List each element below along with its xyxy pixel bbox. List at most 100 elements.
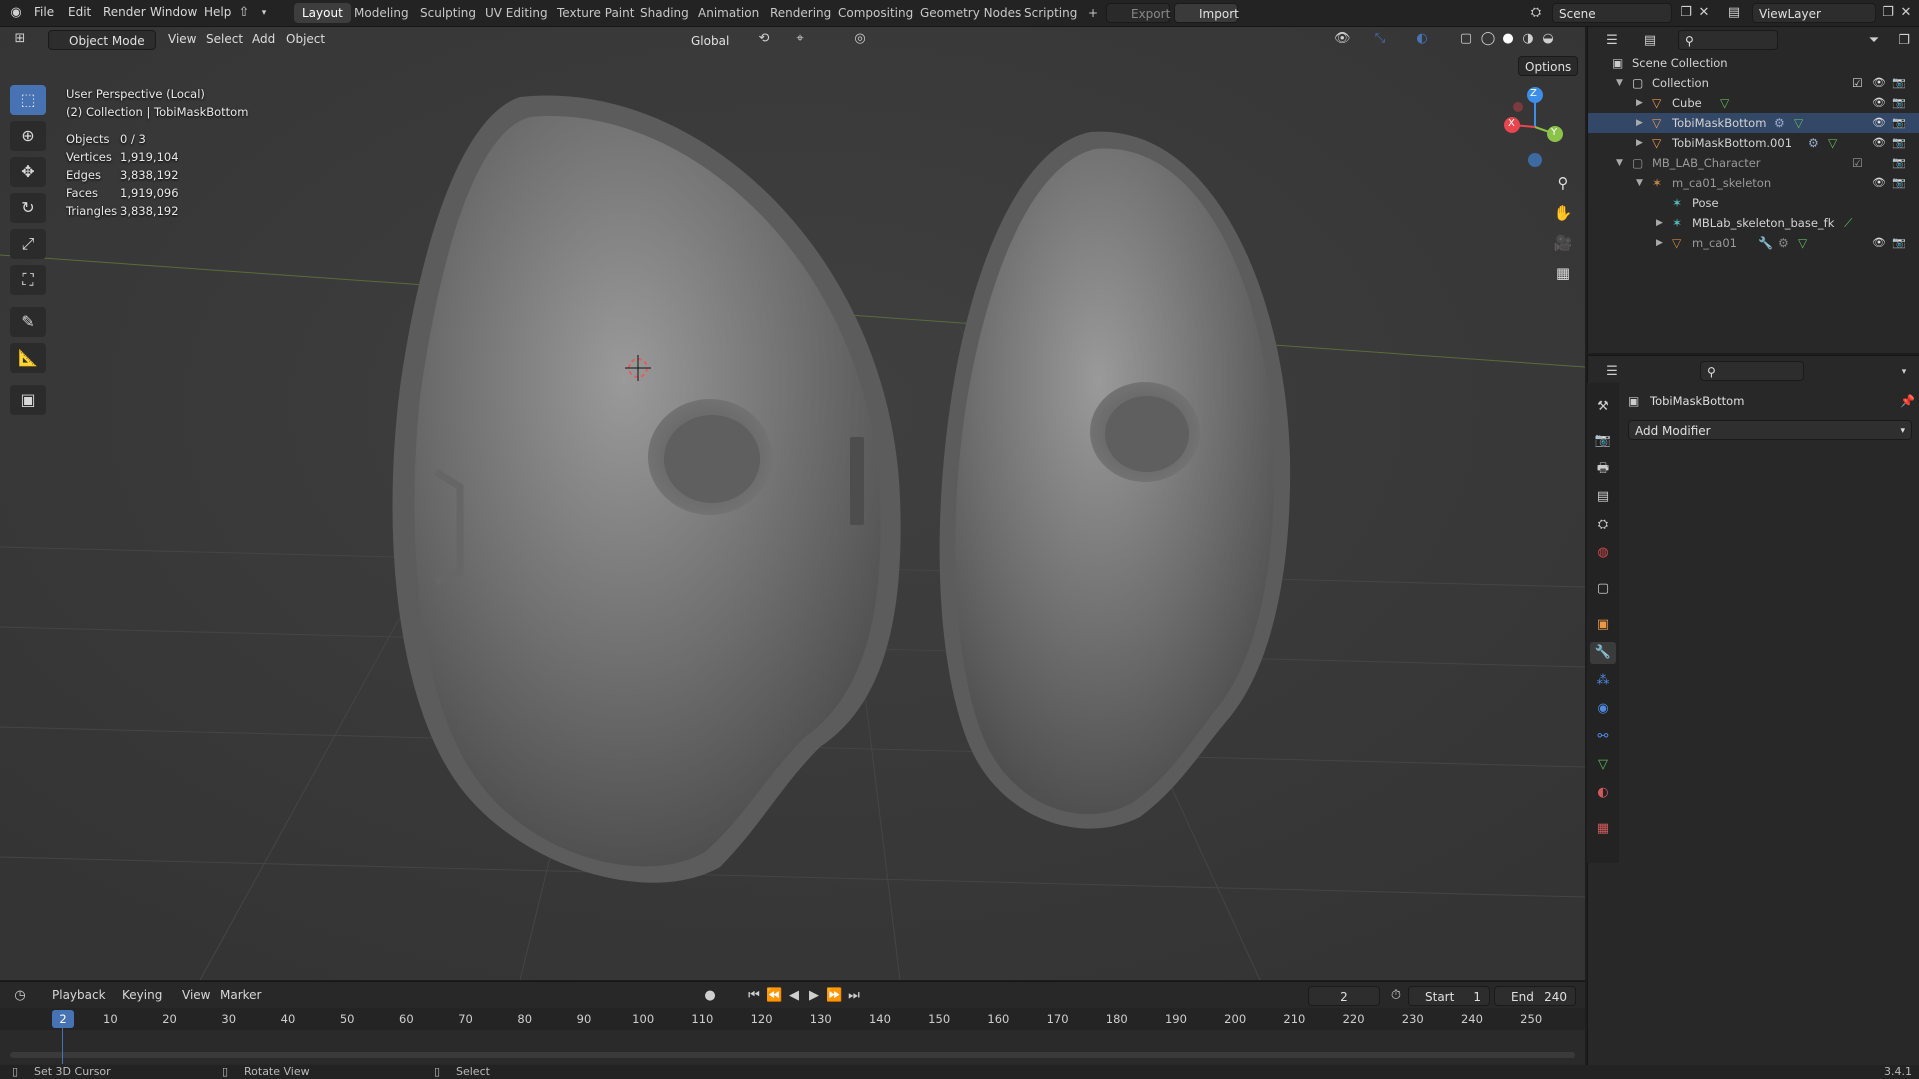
view-layer-tab-icon[interactable]: ▤ (1590, 486, 1616, 508)
chevron-down-icon[interactable]: ▾ (1896, 364, 1912, 380)
play-reverse-icon[interactable]: ◀ (786, 988, 802, 1004)
menu-window[interactable]: Window (150, 5, 197, 19)
scene-tab-icon[interactable]: ⛭ (1590, 514, 1616, 536)
timeline-menu-keying[interactable]: Keying (122, 988, 162, 1002)
eye-icon[interactable]: 👁 (1872, 93, 1886, 113)
eye-icon[interactable]: 👁 (1872, 113, 1886, 133)
properties-type-icon[interactable]: ☰ (1604, 364, 1620, 380)
output-tab-icon[interactable]: 🖶 (1590, 458, 1616, 480)
perspective-grid-icon[interactable]: ▦ (1551, 261, 1575, 285)
pan-hand-icon[interactable]: ✋ (1551, 201, 1575, 225)
timeline-scrollbar[interactable] (10, 1052, 1575, 1058)
3d-viewport[interactable]: Z Y X User Perspective (Local) (2) Colle… (0, 27, 1585, 980)
tab-texture-paint[interactable]: Texture Paint (549, 3, 642, 23)
tab-modeling[interactable]: Modeling (346, 3, 417, 23)
camera-icon[interactable]: 📷 (1892, 173, 1906, 193)
tab-uv-editing[interactable]: UV Editing (477, 3, 556, 23)
modifier-tab-icon[interactable]: 🔧 (1590, 642, 1616, 664)
menu-file[interactable]: File (34, 5, 54, 19)
timeline-menu-marker[interactable]: Marker (220, 988, 261, 1002)
outliner-row-collection[interactable]: ▼ ▢ Collection ☑ 👁 📷 (1588, 73, 1919, 93)
outliner-row-cube[interactable]: ▶ ▽ Cube ▽ 👁 📷 (1588, 93, 1919, 113)
data-tab-icon[interactable]: ▽ (1590, 754, 1616, 776)
solid-shading-icon[interactable]: ● (1500, 31, 1516, 47)
editor-type-icon[interactable]: ⊞ (12, 31, 28, 47)
add-modifier-dropdown[interactable]: Add Modifier ▾ (1628, 420, 1912, 440)
checkbox-icon[interactable]: ☑ (1852, 153, 1863, 173)
close-view-layer-icon[interactable]: ✕ (1898, 5, 1914, 21)
constraints-tab-icon[interactable]: ⚯ (1590, 726, 1616, 748)
new-scene-icon[interactable]: ❐ (1678, 5, 1694, 21)
camera-icon[interactable]: 📷 (1892, 133, 1906, 153)
overlays-icon[interactable]: ◐ (1414, 31, 1430, 47)
outliner-row-mblab-skeleton-base-fk[interactable]: ▶ ✶ MBLab_skeleton_base_fk ⟋ (1588, 213, 1919, 233)
viewport-menu-add[interactable]: Add (252, 30, 275, 48)
viewport-menu-object[interactable]: Object (286, 30, 325, 48)
outliner-row-tobimaskbottom[interactable]: ▶ ▽ TobiMaskBottom ⚙ ▽ 👁 📷 (1588, 113, 1919, 133)
gizmo-toggle-icon[interactable]: ⤡ (1372, 31, 1388, 47)
play-icon[interactable]: ▶ (806, 988, 822, 1004)
display-mode-icon[interactable]: ▤ (1642, 33, 1658, 49)
chevron-down-icon[interactable]: ▾ (256, 5, 272, 21)
eye-icon[interactable]: 👁 (1872, 73, 1886, 93)
annotate-tool[interactable]: ✎ (10, 307, 46, 337)
tab-rendering[interactable]: Rendering (762, 3, 839, 23)
world-tab-icon[interactable]: ◍ (1590, 542, 1616, 564)
transform-tool[interactable]: ⛶ (10, 265, 46, 295)
visibility-icon[interactable]: 👁 (1334, 31, 1351, 47)
wireframe-shading-icon[interactable]: ◯ (1480, 31, 1496, 47)
camera-icon[interactable]: 📷 (1892, 113, 1906, 133)
expand-arrow-icon[interactable]: ▶ (1636, 93, 1643, 113)
eye-icon[interactable]: 👁 (1872, 173, 1886, 193)
camera-icon[interactable]: 📷 (1892, 153, 1906, 173)
jump-end-icon[interactable]: ⏭ (846, 988, 862, 1004)
timeline-menu-view[interactable]: View (182, 988, 210, 1002)
close-icon[interactable]: ✕ (1696, 5, 1712, 21)
import-button[interactable]: Import (1174, 3, 1239, 23)
menu-render[interactable]: Render (103, 5, 146, 19)
expand-arrow-icon[interactable]: ▼ (1616, 153, 1623, 173)
properties-search-input[interactable]: ⚲ (1700, 361, 1804, 381)
view-layer-selector[interactable]: ViewLayer (1752, 3, 1876, 23)
options-button[interactable]: Options (1518, 56, 1578, 76)
tab-scripting[interactable]: Scripting (1016, 3, 1085, 23)
current-frame-field[interactable]: 2 (1308, 986, 1380, 1006)
tab-shading[interactable]: Shading (632, 3, 697, 23)
expand-arrow-icon[interactable]: ▶ (1636, 113, 1643, 133)
object-tab-icon[interactable]: ▣ (1590, 614, 1616, 636)
upload-icon[interactable]: ⇧ (236, 5, 252, 21)
material-tab-icon[interactable]: ◐ (1590, 782, 1616, 804)
select-box-tool[interactable]: ⬚ (10, 85, 46, 115)
tab-compositing[interactable]: Compositing (830, 3, 921, 23)
viewport-menu-view[interactable]: View (168, 30, 196, 48)
expand-arrow-icon[interactable]: ▶ (1656, 233, 1663, 253)
tab-sculpting[interactable]: Sculpting (412, 3, 484, 23)
texture-tab-icon[interactable]: ▦ (1590, 818, 1616, 840)
blender-logo-icon[interactable]: ◉ (8, 5, 24, 21)
rendered-shading-icon[interactable]: ◒ (1540, 31, 1556, 47)
timeline-type-icon[interactable]: ◷ (12, 988, 28, 1004)
checkbox-icon[interactable]: ☑ (1852, 73, 1863, 93)
outliner-search-input[interactable]: ⚲ (1678, 30, 1778, 50)
tool-settings-tab-icon[interactable]: ⚒ (1590, 396, 1616, 418)
jump-keyframe-back-icon[interactable]: ⏪ (766, 988, 782, 1004)
snap-icon[interactable]: ⌖ (792, 31, 808, 47)
orientation-selector[interactable]: Global (670, 30, 748, 50)
outliner-row-tobimaskbottom-001[interactable]: ▶ ▽ TobiMaskBottom.001 ⚙ ▽ 👁 📷 (1588, 133, 1919, 153)
expand-arrow-icon[interactable]: ▼ (1636, 173, 1643, 193)
material-shading-icon[interactable]: ◑ (1520, 31, 1536, 47)
viewport-menu-select[interactable]: Select (206, 30, 243, 48)
collection-tab-icon[interactable]: ▢ (1590, 578, 1616, 600)
scale-tool[interactable]: ⤢ (10, 229, 46, 259)
tab-layout[interactable]: Layout (294, 3, 351, 23)
end-frame-field[interactable]: End 240 (1494, 986, 1576, 1006)
jump-start-icon[interactable]: ⏮ (746, 988, 762, 1004)
scene-icon[interactable]: ⛭ (1528, 5, 1544, 21)
outliner-row-m-ca01[interactable]: ▶ ▽ m_ca01 🔧 ⚙ ▽ 👁 📷 (1588, 233, 1919, 253)
camera-icon[interactable]: 📷 (1892, 73, 1906, 93)
tab-animation[interactable]: Animation (690, 3, 767, 23)
xray-icon[interactable]: ▢ (1458, 31, 1474, 47)
stopwatch-icon[interactable]: ⏱ (1388, 988, 1404, 1004)
eye-icon[interactable]: 👁 (1872, 233, 1886, 253)
zoom-icon[interactable]: ⚲ (1551, 171, 1575, 195)
